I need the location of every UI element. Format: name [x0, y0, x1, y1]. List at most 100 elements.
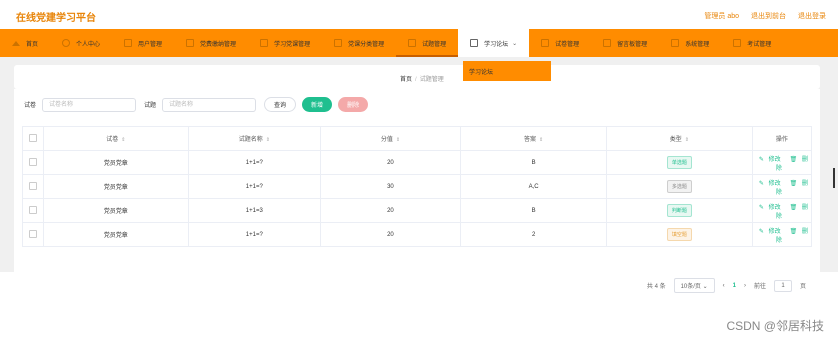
cell-actions: ✎ 修改 🗑 删除 — [751, 150, 813, 175]
edit-button[interactable]: ✎ 修改 — [759, 205, 784, 211]
table-row: 党员党章 1+1=? 20 B 单选题 ✎ 修改 🗑 删除 — [22, 150, 813, 175]
col-answer[interactable]: 答案 ⇕ — [460, 126, 607, 151]
edit-button[interactable]: ✎ 修改 — [759, 181, 784, 187]
breadcrumb-home[interactable]: 首页 — [400, 77, 412, 83]
row-checkbox[interactable] — [22, 198, 44, 223]
paper-icon — [541, 39, 550, 47]
nav-item-exams[interactable]: 考试管理 — [721, 29, 783, 57]
main-nav: 首页 个人中心 用户管理 党费缴纳管理 学习党课管理 党课分类管理 试题管理 学… — [0, 29, 838, 57]
table-header-row: 试卷 ⇕ 试题名称 ⇕ 分值 ⇕ 答案 ⇕ 类型 ⇕ 操作 — [22, 126, 813, 151]
row-checkbox[interactable] — [22, 174, 44, 199]
nav-item-forum[interactable]: 学习论坛 ⌄ — [458, 29, 530, 57]
prev-page-button[interactable]: ‹ — [723, 283, 725, 289]
paper-name-input[interactable] — [42, 97, 137, 112]
goto-page-input[interactable]: 1 — [773, 279, 792, 292]
breadcrumb-bar: 首页 / 试题管理 — [14, 65, 820, 89]
cell-paper: 党员党章 — [42, 198, 190, 223]
sort-icon: ⇕ — [395, 137, 401, 143]
nav-item-home[interactable]: 首页 — [0, 29, 50, 57]
goto-label: 前往 — [753, 284, 766, 290]
chevron-down-icon: ⌄ — [512, 40, 518, 47]
admin-user-link[interactable]: 管理员 abo — [704, 11, 739, 21]
type-badge: 多选题 — [666, 180, 692, 193]
col-type[interactable]: 类型 ⇕ — [605, 126, 753, 151]
edit-button[interactable]: ✎ 修改 — [759, 157, 784, 163]
header-links: 管理员 abo 退出到前台 退出登录 — [704, 11, 826, 21]
cell-paper: 党员党章 — [42, 150, 190, 175]
pager-total: 共 4 条 — [646, 284, 666, 290]
page-size-select[interactable]: 10条/页 ⌄ — [673, 278, 715, 293]
nav-item-system[interactable]: 系统管理 — [659, 29, 721, 57]
cell-paper: 党员党章 — [42, 222, 190, 247]
cell-answer: B — [460, 150, 607, 175]
sort-icon: ⇕ — [265, 137, 270, 143]
table-row: 党员党章 1+1=? 30 A,C 多选题 ✎ 修改 🗑 删除 — [22, 174, 813, 199]
type-badge: 单选题 — [666, 156, 692, 169]
cell-question: 1+1=? — [188, 222, 321, 247]
cell-actions: ✎ 修改 🗑 删除 — [751, 174, 813, 199]
cell-answer: B — [460, 198, 607, 223]
message-icon — [603, 39, 612, 47]
logout-link[interactable]: 退出登录 — [798, 11, 826, 21]
cell-type: 单选题 — [605, 150, 753, 175]
query-button[interactable]: 查询 — [264, 97, 297, 112]
test-icon — [733, 39, 742, 47]
nav-item-messages[interactable]: 留言板管理 — [591, 29, 659, 57]
scrollbar-thumb[interactable] — [833, 168, 835, 188]
watermark: CSDN @邻居科技 — [726, 319, 824, 333]
next-page-button[interactable]: › — [744, 283, 746, 289]
home-icon — [12, 40, 20, 46]
page-number[interactable]: 1 — [733, 283, 736, 289]
cell-actions: ✎ 修改 🗑 删除 — [751, 222, 813, 247]
users-icon — [124, 39, 133, 47]
sort-icon: ⇕ — [684, 137, 689, 143]
cell-question: 1+1=3 — [188, 198, 321, 223]
cell-score: 20 — [319, 150, 462, 175]
user-icon — [62, 39, 71, 47]
nav-item-courses[interactable]: 学习党课管理 — [248, 29, 322, 57]
breadcrumb-current: 试题管理 — [419, 77, 444, 83]
cell-type: 判断题 — [605, 198, 753, 223]
add-button[interactable]: 新增 — [302, 97, 333, 112]
nav-item-questions[interactable]: 试题管理 — [396, 29, 458, 57]
cell-score: 20 — [319, 222, 462, 247]
col-actions: 操作 — [751, 126, 813, 151]
col-question[interactable]: 试题名称 ⇕ — [188, 126, 321, 151]
batch-delete-button[interactable]: 删除 — [338, 97, 369, 112]
table-row: 党员党章 1+1=3 20 B 判断题 ✎ 修改 🗑 删除 — [22, 198, 813, 223]
col-score[interactable]: 分值 ⇕ — [319, 126, 462, 151]
nav-item-users[interactable]: 用户管理 — [112, 29, 174, 57]
nav-item-profile[interactable]: 个人中心 — [50, 29, 112, 57]
row-checkbox[interactable] — [22, 222, 44, 247]
question-name-input[interactable] — [162, 97, 257, 112]
row-checkbox[interactable] — [22, 150, 44, 175]
sort-icon: ⇕ — [539, 137, 544, 143]
search-row: 试卷 试题 查询 新增 删除 — [24, 97, 374, 112]
forum-dropdown-item[interactable]: 学习论坛 — [463, 61, 551, 81]
cell-score: 20 — [319, 198, 462, 223]
nav-item-fees[interactable]: 党费缴纳管理 — [174, 29, 248, 57]
top-bar: 在线党建学习平台 管理员 abo 退出到前台 退出登录 — [0, 0, 838, 29]
edit-button[interactable]: ✎ 修改 — [759, 229, 784, 235]
col-paper[interactable]: 试卷 ⇕ — [42, 126, 190, 151]
brand-title: 在线党建学习平台 — [16, 13, 96, 24]
question-label: 试题 — [144, 103, 157, 109]
page-unit: 页 — [799, 284, 806, 290]
back-to-frontend-link[interactable]: 退出到前台 — [751, 11, 786, 21]
nav-item-course-category[interactable]: 党课分类管理 — [322, 29, 396, 57]
breadcrumb-separator: / — [415, 77, 417, 83]
paper-label: 试卷 — [24, 103, 37, 109]
cell-actions: ✎ 修改 🗑 删除 — [751, 198, 813, 223]
cell-answer: A,C — [460, 174, 607, 199]
cell-paper: 党员党章 — [42, 174, 190, 199]
sort-icon: ⇕ — [121, 137, 126, 143]
cell-question: 1+1=? — [188, 150, 321, 175]
book-icon — [260, 39, 269, 47]
content-panel: 试卷 试题 查询 新增 删除 试卷⇕ 试题名称⇕ 分值⇕ 答案⇕ 类型⇕ 操作 … — [14, 89, 820, 293]
wallet-icon — [186, 39, 195, 47]
nav-item-papers[interactable]: 试卷管理 — [529, 29, 591, 57]
cell-type: 多选题 — [605, 174, 753, 199]
select-all-checkbox[interactable] — [22, 126, 44, 151]
cell-type: 填空题 — [605, 222, 753, 247]
type-badge: 填空题 — [666, 228, 692, 241]
